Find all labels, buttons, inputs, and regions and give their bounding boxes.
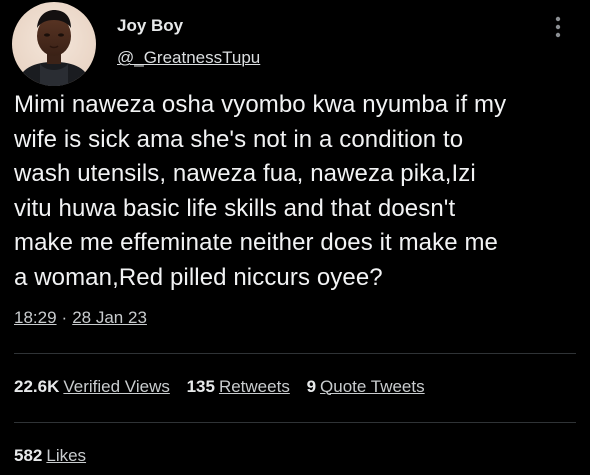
views-stat[interactable]: 22.6K Verified Views (14, 377, 170, 397)
likes-stat[interactable]: 582 Likes (14, 446, 86, 466)
tweet-text: Mimi naweza osha vyombo kwa nyumba if my… (14, 91, 507, 291)
meta-separator: · (61, 308, 68, 327)
divider-bottom (14, 422, 576, 423)
views-count: 22.6K (14, 377, 60, 396)
user-handle[interactable]: @_GreatnessTupu (117, 48, 260, 68)
divider-top (14, 353, 576, 354)
avatar[interactable] (12, 2, 96, 86)
retweets-count: 135 (186, 377, 215, 396)
tweet-date: 28 Jan 23 (72, 308, 147, 327)
retweets-stat[interactable]: 135 Retweets (187, 377, 290, 397)
views-label: Verified Views (63, 377, 170, 396)
quote-tweets-stat[interactable]: 9 Quote Tweets (307, 377, 425, 397)
likes-count: 582 (14, 446, 43, 465)
more-vertical-icon[interactable] (548, 14, 568, 40)
likes-label: Likes (46, 446, 87, 465)
tweet-time: 18:29 (14, 308, 57, 327)
retweets-label: Retweets (218, 377, 290, 396)
avatar-image (12, 2, 96, 86)
tweet-timestamp[interactable]: 18:29 · 28 Jan 23 (14, 308, 147, 328)
quote-tweets-label: Quote Tweets (320, 377, 425, 396)
display-name[interactable]: Joy Boy (117, 16, 183, 36)
stats-row: 22.6K Verified Views 135 Retweets 9 Quote T… (14, 377, 437, 397)
quote-tweets-count: 9 (306, 377, 317, 396)
